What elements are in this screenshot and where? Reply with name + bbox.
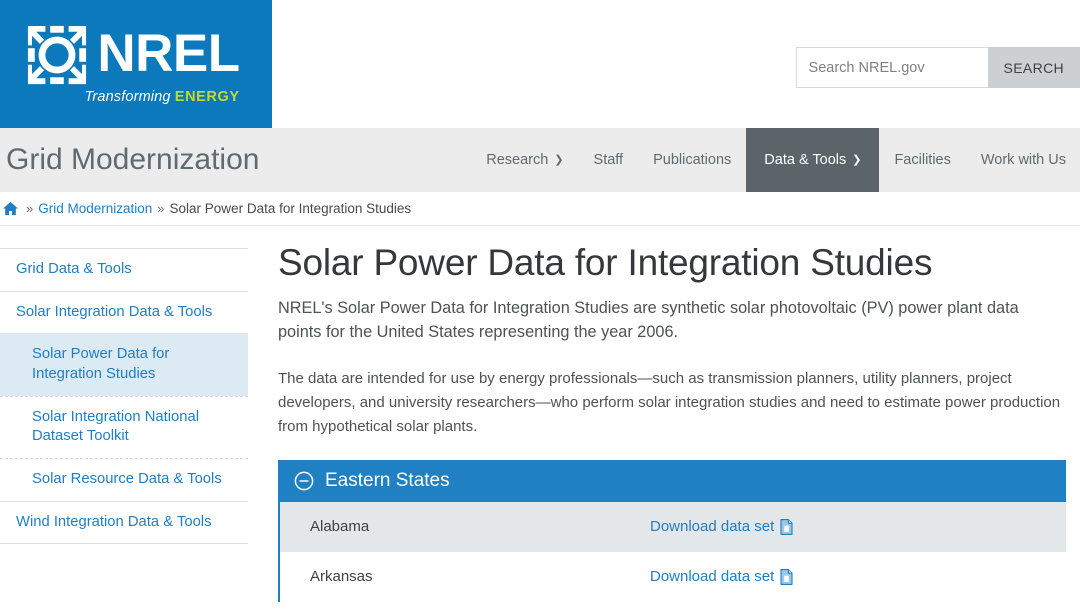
breadcrumb-link-grid-modernization[interactable]: Grid Modernization [38, 201, 152, 216]
nav-item-research[interactable]: Research ❯ [471, 128, 578, 192]
sidebar-nav: Grid Data & Tools Solar Integration Data… [0, 226, 248, 545]
nav-item-work-with-us[interactable]: Work with Us [966, 128, 1080, 192]
nav-item-label: Research [486, 152, 549, 168]
breadcrumb: » Grid Modernization » Solar Power Data … [0, 192, 1080, 226]
download-data-set-link[interactable]: Download data set [650, 518, 793, 535]
tagline-accent: ENERGY [174, 88, 240, 105]
nav-item-label: Facilities [894, 152, 951, 168]
nrel-logo[interactable]: NREL Transforming ENERGY [0, 0, 272, 128]
nav-item-data-and-tools[interactable]: Data & Tools ❯ [746, 128, 880, 192]
sidebar-item-solar-integration-national-dataset-toolkit[interactable]: Solar Integration National Dataset Toolk… [0, 395, 248, 458]
chevron-down-icon: ❯ [852, 153, 862, 166]
tagline-prefix: Transforming [84, 88, 175, 105]
main-content: Solar Power Data for Integration Studies… [248, 226, 1080, 602]
breadcrumb-separator: » [157, 201, 165, 216]
nav-item-label: Work with Us [980, 152, 1066, 168]
chevron-down-icon: ❯ [554, 153, 564, 166]
download-link-label: Download data set [650, 518, 775, 536]
primary-navbar: Grid Modernization Research ❯ Staff Publ… [0, 128, 1080, 192]
nrel-wordmark: NREL [97, 24, 240, 84]
accordion-title: Eastern States [325, 469, 450, 491]
table-row: Alabama Download data set [280, 501, 1066, 552]
sidebar-item-solar-power-data-for-integration-studies[interactable]: Solar Power Data for Integration Studies [0, 333, 248, 396]
state-name: Arkansas [310, 568, 373, 586]
breadcrumb-separator: » [26, 201, 34, 216]
document-download-icon [780, 568, 793, 585]
nav-item-label: Staff [593, 152, 624, 168]
state-name: Alabama [310, 518, 370, 536]
table-row: Arkansas Download data set [280, 552, 1066, 602]
page-title: Solar Power Data for Integration Studies [278, 242, 933, 283]
sidebar-item-solar-integration-data-tools[interactable]: Solar Integration Data & Tools [0, 290, 248, 334]
search-input[interactable] [795, 47, 988, 88]
home-icon[interactable] [2, 201, 21, 216]
sidebar-item-grid-data-tools[interactable]: Grid Data & Tools [0, 248, 248, 291]
accordion-eastern-states: Eastern States Alabama Download data set [278, 459, 1066, 602]
nav-item-label: Publications [653, 152, 732, 168]
page-paragraph: The data are intended for use by energy … [278, 369, 1061, 436]
download-data-set-link[interactable]: Download data set [650, 568, 793, 585]
accordion-header[interactable]: Eastern States [278, 459, 1066, 502]
site-title: Grid Modernization [6, 143, 260, 176]
sidebar-item-solar-resource-data-tools[interactable]: Solar Resource Data & Tools [0, 458, 248, 501]
nrel-ring-icon [26, 24, 88, 86]
search-button[interactable]: SEARCH [987, 47, 1080, 88]
sidebar-item-wind-integration-data-tools[interactable]: Wind Integration Data & Tools [0, 500, 248, 545]
minus-circle-icon[interactable] [294, 471, 314, 491]
document-download-icon [780, 518, 793, 535]
nav-links: Research ❯ Staff Publications Data & Too… [471, 128, 1080, 192]
nav-item-staff[interactable]: Staff [579, 128, 639, 192]
breadcrumb-current: Solar Power Data for Integration Studies [169, 201, 412, 216]
accordion-panel: Alabama Download data set Arkansas Downl… [278, 501, 1066, 602]
download-link-label: Download data set [650, 568, 775, 586]
page-body: Grid Data & Tools Solar Integration Data… [0, 226, 1080, 602]
nav-item-facilities[interactable]: Facilities [879, 128, 965, 192]
site-search: SEARCH [795, 47, 1080, 88]
nav-item-label: Data & Tools [764, 152, 847, 168]
nrel-tagline: Transforming ENERGY [84, 89, 239, 105]
page-lede: NREL's Solar Power Data for Integration … [278, 299, 1019, 342]
nav-item-publications[interactable]: Publications [638, 128, 746, 192]
masthead: NREL Transforming ENERGY SEARCH [0, 0, 1080, 128]
